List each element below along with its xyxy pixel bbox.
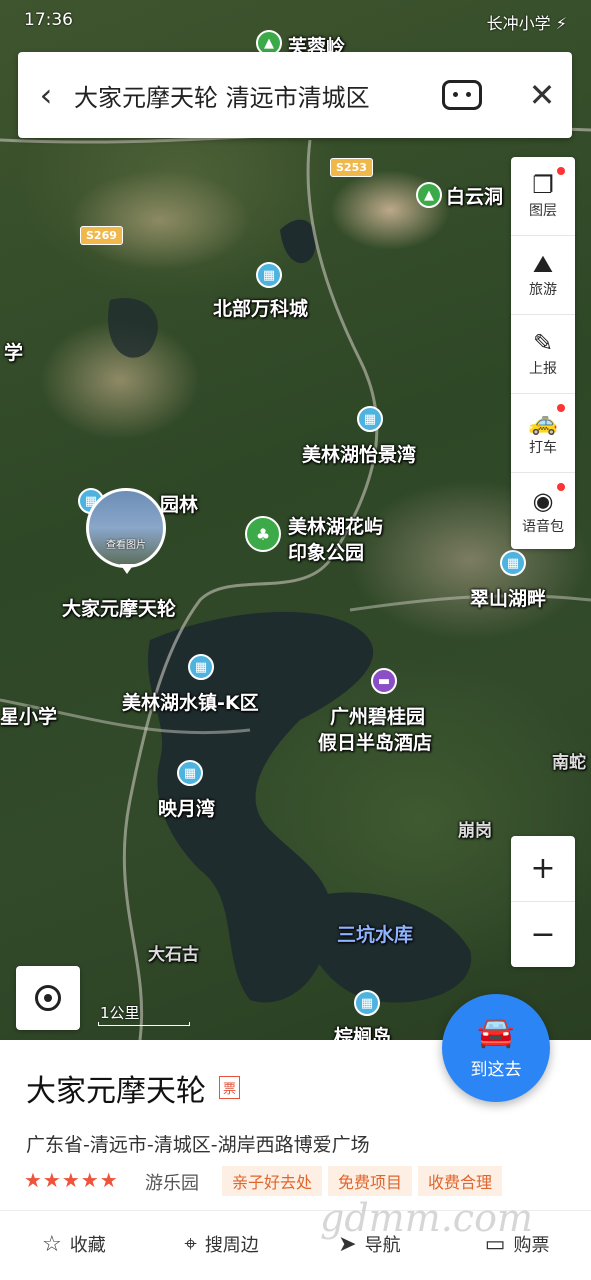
status-right: 长冲小学 ⚡ [486, 14, 567, 33]
residential-poi-icon[interactable]: ▦ [188, 654, 214, 680]
locate-button[interactable] [16, 966, 80, 1030]
zoom-in-button[interactable]: + [511, 836, 575, 902]
tool-voice-pack[interactable]: ◉ 语音包 [511, 473, 575, 551]
tool-travel[interactable]: ⛰ 旅游 [511, 236, 575, 315]
tool-layers[interactable]: ❐ 图层 [511, 157, 575, 236]
travel-icon: ⛰ [532, 250, 554, 278]
watermark: gdmm.com [320, 1196, 533, 1240]
residential-poi-icon[interactable]: ▦ [357, 406, 383, 432]
favorite-button[interactable]: ☆ 收藏 [0, 1218, 148, 1270]
tag: 亲子好去处 [222, 1166, 323, 1196]
map-label-dashigu[interactable]: 大石古 [148, 940, 199, 965]
map-label-huaxu-1[interactable]: 美林湖花屿 [288, 512, 383, 539]
tool-label: 上报 [529, 361, 557, 377]
tool-label: 图层 [529, 203, 557, 219]
residential-poi-icon[interactable]: ▦ [177, 760, 203, 786]
tool-label: 打车 [529, 440, 557, 456]
rating-stars: ★★★★★ [24, 1168, 119, 1192]
notification-dot [557, 167, 565, 175]
scale-label: 1公里 [100, 1004, 140, 1022]
map-label-baiyundong[interactable]: 白云洞 [446, 182, 503, 209]
notification-dot [557, 483, 565, 491]
hotel-poi-icon[interactable]: ▬ [371, 668, 397, 694]
back-arrow-icon[interactable]: ‹ [18, 76, 74, 114]
tool-report[interactable]: ✎ 上报 [511, 315, 575, 394]
view-photo-label: 查看图片 [106, 540, 146, 551]
map-label-xingxiao[interactable]: 星小学 [0, 702, 57, 729]
map-label-hotel-2[interactable]: 假日半岛酒店 [318, 728, 432, 755]
search-query[interactable]: 大家元摩天轮 清远市清城区 [74, 78, 442, 113]
map-label-yingyue[interactable]: 映月湾 [158, 794, 215, 821]
taxi-icon: 🚕 [528, 408, 558, 436]
map-label-sankeng[interactable]: 三坑水库 [337, 920, 413, 947]
residential-poi-icon[interactable]: ▦ [500, 550, 526, 576]
residential-poi-icon[interactable]: ▦ [256, 262, 282, 288]
map-label-meilin-yijing[interactable]: 美林湖怡景湾 [302, 440, 416, 467]
mountain-poi-icon[interactable]: ▲ [416, 182, 442, 208]
tag: 收费合理 [418, 1166, 503, 1196]
status-time: 17:36 [24, 10, 73, 30]
place-category: 游乐园 [145, 1173, 199, 1194]
notification-dot [557, 404, 565, 412]
ticket-badge: 票 [219, 1076, 241, 1099]
residential-poi-icon[interactable]: ▦ [354, 990, 380, 1016]
place-address: 广东省-清远市-清城区-湖岸西路博爱广场 [26, 1134, 370, 1156]
tool-label: 旅游 [529, 282, 557, 298]
voice-pack-icon: ◉ [532, 487, 554, 515]
go-here-label: 到这去 [470, 1059, 522, 1080]
photo-marker[interactable]: 查看图片 [86, 488, 170, 574]
tag-list: 亲子好去处 免费项目 收费合理 [222, 1166, 503, 1196]
map-label-nan[interactable]: 南蛇 [552, 748, 586, 773]
tool-taxi[interactable]: 🚕 打车 [511, 394, 575, 473]
map-label-target[interactable]: 大家元摩天轮 [62, 594, 176, 621]
tool-label: 语音包 [522, 519, 564, 535]
place-name: 大家元摩天轮 [26, 1074, 206, 1109]
route-badge-s253: S253 [330, 158, 373, 177]
layers-icon: ❐ [532, 171, 554, 199]
map-label-kqu[interactable]: 美林湖水镇-K区 [122, 688, 259, 715]
nearby-pin-icon: ⌖ [184, 1231, 197, 1257]
marker-tip [120, 564, 134, 574]
map-view[interactable]: S253 S269 ▲ 芙蓉岭 ▲ 白云洞 ▦ 北部万科城 学 ▦ 美林湖怡景湾… [0, 0, 591, 1040]
map-label-zonglv[interactable]: 棕榈岛 [334, 1022, 391, 1040]
action-label: 搜周边 [204, 1235, 259, 1256]
zoom-out-button[interactable]: − [511, 902, 575, 967]
action-label: 收藏 [69, 1235, 106, 1256]
search-bar[interactable]: ‹ 大家元摩天轮 清远市清城区 ✕ [18, 52, 572, 138]
map-toolbar: ❐ 图层 ⛰ 旅游 ✎ 上报 🚕 打车 ◉ 语音包 [511, 157, 575, 549]
map-label-hotel-1[interactable]: 广州碧桂园 [330, 702, 425, 729]
park-poi-icon[interactable]: ♣ [245, 516, 281, 552]
view-switch-icon[interactable] [442, 80, 482, 110]
search-nearby-button[interactable]: ⌖ 搜周边 [148, 1218, 296, 1270]
locate-icon [35, 985, 61, 1011]
report-icon: ✎ [532, 329, 554, 357]
map-label-huaxu-2[interactable]: 印象公园 [288, 538, 364, 565]
place-photo-thumbnail[interactable]: 查看图片 [86, 488, 166, 568]
zoom-control: + − [511, 836, 575, 967]
map-label-beibu[interactable]: 北部万科城 [213, 294, 308, 321]
map-label-cuishan[interactable]: 翠山湖畔 [470, 584, 546, 611]
map-label-xue[interactable]: 学 [4, 338, 23, 365]
route-badge-s269: S269 [80, 226, 123, 245]
scale-bar [98, 1022, 190, 1026]
map-label-benggang[interactable]: 崩岗 [458, 816, 492, 841]
tag: 免费项目 [328, 1166, 413, 1196]
car-icon: 🚘 [477, 1014, 515, 1050]
go-here-button[interactable]: 🚘 到这去 [442, 994, 550, 1102]
star-icon: ☆ [42, 1231, 62, 1257]
close-icon[interactable]: ✕ [512, 76, 572, 114]
